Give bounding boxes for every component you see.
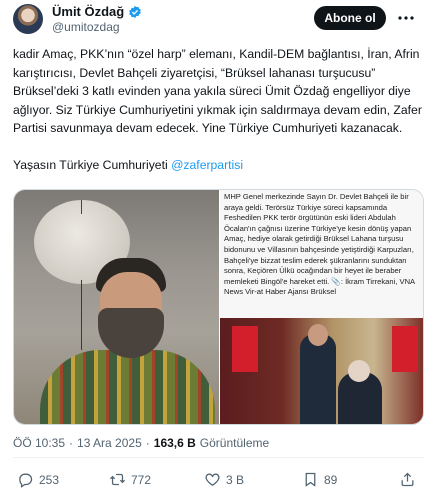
mention-link[interactable]: @zaferpartisi	[171, 158, 243, 172]
standing-man-head-shape	[308, 324, 328, 346]
tweet-paragraph: kadir Amaç, PKK’nın “özel harp” elemanı,…	[13, 47, 422, 135]
meta-separator: ·	[69, 436, 74, 450]
tweet-media[interactable]: MHP Genel merkezinde Sayın Dr. Devlet Ba…	[13, 189, 424, 425]
bookmark-count: 89	[324, 472, 338, 487]
views-count: 163,6 B	[153, 436, 196, 450]
tweet-paragraph-closing: Yaşasın Türkiye Cumhuriyeti @zaferpartis…	[13, 156, 428, 175]
verified-badge-icon	[129, 5, 142, 18]
closing-text: Yaşasın Türkiye Cumhuriyeti	[13, 157, 168, 172]
media-caption: MHP Genel merkezinde Sayın Dr. Devlet Ba…	[224, 192, 415, 297]
share-icon	[401, 472, 414, 487]
tweet-meta: ÖÖ 10:35 · 13 Ara 2025 · 163,6 B Görüntü…	[13, 436, 269, 450]
shirt-shape	[40, 350, 215, 424]
author-name-row: Ümit Özdağ	[52, 4, 142, 19]
action-bar: 253 772 3 B 89	[13, 471, 424, 491]
flag-shape	[232, 326, 258, 372]
tweet-time[interactable]: ÖÖ 10:35	[13, 436, 65, 450]
avatar[interactable]	[13, 4, 43, 34]
meta-separator: ·	[145, 436, 150, 450]
author-handle[interactable]: @umitozdag	[52, 20, 120, 34]
media-photo-meeting	[220, 318, 423, 424]
like-button[interactable]: 3 B	[204, 471, 244, 488]
reply-button[interactable]: 253	[17, 471, 59, 488]
bookmark-icon	[305, 472, 316, 487]
author-display-name[interactable]: Ümit Özdağ	[52, 4, 124, 19]
media-photo-person[interactable]	[14, 190, 219, 424]
bookmark-button[interactable]: 89	[302, 471, 337, 488]
media-news-card[interactable]: MHP Genel merkezinde Sayın Dr. Devlet Ba…	[220, 190, 423, 424]
views-label: Görüntüleme	[199, 436, 270, 450]
reply-count: 253	[39, 472, 60, 487]
standing-man-shape	[300, 334, 336, 424]
retweet-count: 772	[131, 472, 152, 487]
divider	[13, 457, 424, 458]
share-button[interactable]	[399, 471, 416, 488]
retweet-icon	[109, 473, 126, 486]
tweet-date[interactable]: 13 Ara 2025	[77, 436, 142, 450]
seated-man-head-shape	[348, 360, 370, 382]
reply-icon	[19, 473, 33, 488]
more-options-icon[interactable]	[394, 8, 418, 28]
follow-button[interactable]: Abone ol	[314, 6, 386, 30]
lamp-cord-shape	[81, 280, 82, 350]
heart-icon	[205, 473, 220, 486]
tweet-text: kadir Amaç, PKK’nın “özel harp” elemanı,…	[13, 45, 428, 174]
flag-shape	[392, 326, 418, 372]
like-count: 3 B	[226, 472, 245, 487]
tweet-header: Ümit Özdağ @umitozdag Abone ol	[0, 0, 435, 38]
retweet-button[interactable]: 772	[109, 471, 151, 488]
